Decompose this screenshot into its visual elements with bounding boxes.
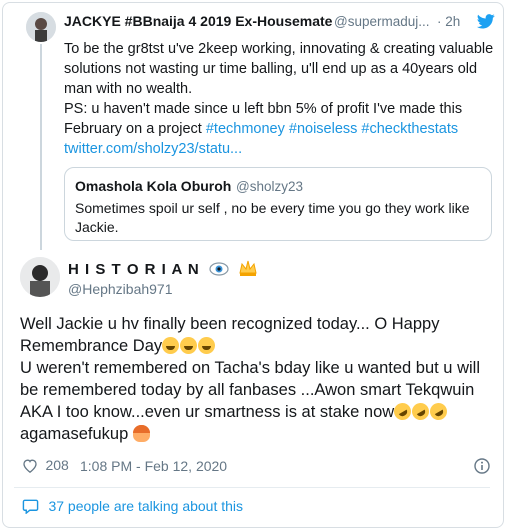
crown-icon: [238, 259, 258, 281]
quoted-text-line: man with no wealth.: [64, 81, 193, 97]
tweet-text-segment: Remembrance Day: [20, 337, 163, 355]
avatar[interactable]: [26, 12, 56, 42]
eye-icon: [209, 262, 229, 280]
tweet-text-line: U weren't remembered on Tacha's bday lik…: [20, 359, 480, 377]
joy-emoji-icon: [180, 337, 198, 354]
tweet-text-segment: agamasefukup: [20, 425, 133, 443]
quoted-tweet-time[interactable]: · 2h: [437, 14, 460, 29]
tweet-timestamp[interactable]: 1:08 PM - Feb 12, 2020: [80, 458, 227, 474]
tweet-text-line: Well Jackie u hv finally been recognized…: [20, 315, 440, 333]
nested-quote-author-name: Omashola Kola Oburoh: [75, 178, 232, 194]
joy-emoji-icon: [162, 337, 180, 354]
tweet-text-line: Remembrance Day: [20, 335, 216, 357]
twitter-bird-icon[interactable]: [477, 14, 495, 34]
conversation-label[interactable]: 37 people are talking about this: [48, 498, 243, 514]
like-button[interactable]: 208: [22, 457, 69, 478]
comment-icon[interactable]: [22, 498, 39, 519]
divider: [14, 487, 490, 488]
tweet-text-line: AKA I too know...even ur smartness is at…: [20, 399, 451, 424]
hashtag-links[interactable]: #techmoney #noiseless #checkthestats: [206, 121, 458, 137]
status-link[interactable]: twitter.com/sholzy23/statu...: [64, 139, 242, 159]
quoted-text-line: February on a project #techmoney #noisel…: [64, 119, 458, 139]
like-count[interactable]: 208: [45, 457, 68, 473]
conversation-link[interactable]: 37 people are talking about this: [22, 498, 243, 519]
info-icon[interactable]: [474, 458, 490, 479]
nested-quote-author-handle: @sholzy23: [236, 179, 303, 194]
quoted-text-line: solutions not wasting ur time balling, u…: [64, 61, 478, 77]
nested-quote-text: Sometimes spoil ur self , no be every ti…: [75, 200, 470, 216]
author-name[interactable]: H I S T O R I A N: [68, 259, 258, 281]
joy-emoji-icon: [198, 337, 216, 354]
heart-icon[interactable]: [22, 458, 38, 478]
quoted-text-line: To be the gr8tst u've 2keep working, inn…: [64, 41, 494, 57]
tweet-text-segment: AKA I too know...even ur smartness is at…: [20, 403, 395, 421]
quoted-author-name[interactable]: JACKYE #BBnaija 4 2019 Ex-Housemate: [64, 13, 332, 29]
nested-quote-text: Jackie.: [75, 219, 119, 235]
quoted-text-line: PS: u haven't made since u left bbn 5% o…: [64, 101, 463, 117]
quoted-author-handle[interactable]: @supermaduj...: [334, 14, 430, 29]
quoted-text-plain: February on a project: [64, 121, 206, 137]
person-emoji-icon: [132, 425, 150, 442]
tweet-text-line: be remembered today by all fanbases ...A…: [20, 381, 475, 399]
thread-connector: [40, 44, 42, 250]
avatar[interactable]: [20, 257, 60, 297]
author-handle[interactable]: @Hephzibah971: [68, 281, 173, 297]
rofl-emoji-icon: [427, 399, 451, 424]
tweet-text-line: agamasefukup: [20, 423, 151, 445]
author-name-text[interactable]: H I S T O R I A N: [68, 261, 200, 278]
